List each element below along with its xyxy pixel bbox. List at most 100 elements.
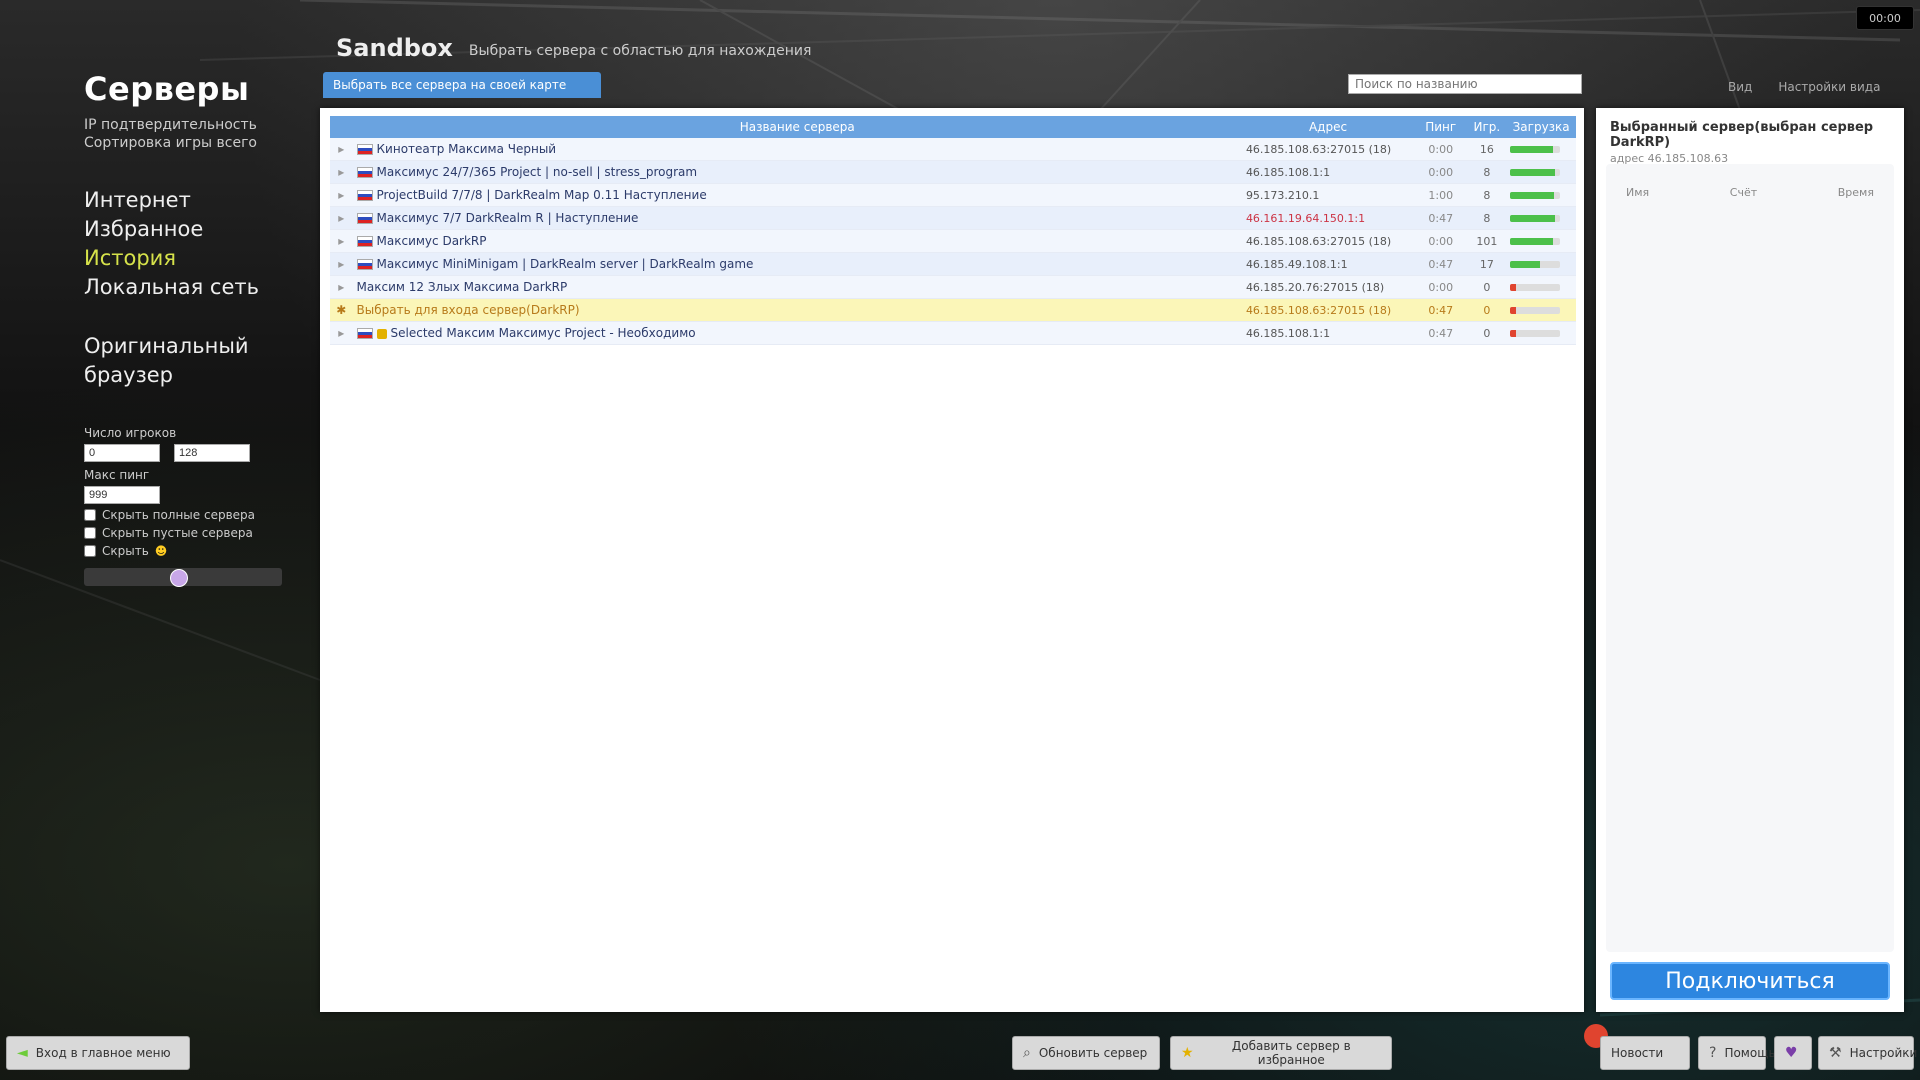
connect-button[interactable]: Подключиться [1610,962,1890,1000]
sidebar-item-history[interactable]: История [84,244,294,273]
row-expander[interactable]: ▸ [330,138,353,161]
help-button[interactable]: ? Помощь [1698,1036,1776,1070]
load-bar [1510,330,1561,337]
server-players: 0 [1467,321,1507,345]
table-row[interactable]: ▸ Кинотеатр Максима Черный 46.185.108.63:2… [330,138,1576,161]
col-header-address[interactable]: Адрес [1241,116,1415,138]
load-bar [1510,284,1561,291]
server-rows: ▸ Кинотеатр Максима Черный 46.185.108.63:2… [330,138,1576,345]
magnifier-icon: ⌕ [1023,1045,1031,1061]
news-label: Новости [1611,1046,1664,1060]
server-ping: 0:00 [1414,160,1468,184]
server-address: 46.185.108.1:1 [1241,321,1415,345]
player-col-time: Время [1837,186,1874,199]
row-expander[interactable]: ▸ [330,183,353,207]
table-row[interactable]: ▸ Максимус MiniMinigam | DarkRealm server… [330,252,1576,276]
server-name: Максимус 7/7 DarkRealm R | Наступление [376,211,639,225]
server-name: Кинотеатр Максима Черный [376,142,557,156]
server-name-cell: Максимус DarkRP [352,229,1242,253]
row-expander[interactable]: ▸ [330,229,353,253]
hide-full-row: Скрыть полные сервера [84,508,294,522]
table-row[interactable]: ✱ Выбрать для входа сервер(DarkRP) 46.185.… [330,298,1576,322]
sidebar-item-lan[interactable]: Локальная сеть [84,273,294,302]
table-row[interactable]: ▸ Максимус DarkRP 46.185.108.63:27015 (18)… [330,229,1576,253]
filter-slider-thumb[interactable] [170,569,188,587]
row-expander[interactable]: ▸ [330,275,353,299]
row-expander[interactable]: ▸ [330,252,353,276]
row-expander[interactable]: ▸ [330,160,353,184]
server-players: 0 [1467,275,1507,299]
server-table: Название сервера Адрес Пинг Игр. Загрузк… [330,116,1576,345]
col-header-name[interactable]: Название сервера [352,116,1242,138]
table-row[interactable]: ▸ ProjectBuild 7/7/8 | DarkRealm Map 0.11… [330,183,1576,207]
col-header-load[interactable]: Загрузка [1506,116,1576,138]
hide-empty-row: Скрыть пустые сервера [84,526,294,540]
hide-empty-checkbox[interactable] [84,527,96,539]
row-expander[interactable]: ▸ [330,206,353,230]
server-ping: 1:00 [1414,183,1468,207]
ping-filter-label: Макс пинг [84,468,150,482]
players-filter-label: Число игроков [84,426,177,440]
server-load-cell [1506,160,1576,184]
search-input[interactable] [1348,74,1582,94]
col-header-players[interactable]: Игр. [1467,116,1507,138]
top-right-links: Вид Настройки вида [1728,80,1880,94]
tab-all-servers[interactable]: Выбрать все сервера на своей карте [323,72,601,98]
server-name-cell: Максимус MiniMinigam | DarkRealm server … [352,252,1242,276]
server-name: Выбрать для входа сервер(DarkRP) [356,303,580,317]
server-load-cell [1506,298,1576,322]
server-name-cell: Максимус 7/7 DarkRealm R | Наступление [352,206,1242,230]
table-row[interactable]: ▸ Максимус 24/7/365 Project | no-sell | s… [330,160,1576,184]
server-players: 17 [1467,252,1507,276]
sidebar-item-internet[interactable]: Интернет [84,186,294,215]
sidebar-item-favorites[interactable]: Избранное [84,215,294,244]
country-flag-icon [356,328,373,339]
main-menu-label: Вход в главное меню [35,1046,171,1060]
donate-button[interactable]: ♥ [1774,1036,1812,1070]
hide-locked-row: Скрыть ☻ [84,544,294,558]
server-name-cell: Максим 12 Злых Максима DarkRP [352,275,1242,299]
server-ping: 0:00 [1414,138,1468,161]
add-favorite-label: Добавить сервер в избранное [1231,1039,1351,1067]
filters: Число игроков Макс пинг Скрыть полные се… [84,426,294,587]
col-header-ping[interactable]: Пинг [1414,116,1468,138]
players-min-input[interactable] [84,444,160,462]
hide-full-label: Скрыть полные сервера [102,508,255,522]
table-row[interactable]: ▸ Максимус 7/7 DarkRealm R | Наступление 4… [330,206,1576,230]
tools-button[interactable]: ⚒ Настройки [1818,1036,1917,1070]
server-list-panel: Название сервера Адрес Пинг Игр. Загрузк… [320,108,1584,1012]
load-bar-fill [1510,238,1553,245]
load-bar [1510,215,1561,222]
wrench-icon: ⚒ [1829,1045,1842,1061]
player-list-header: Имя Счёт Время [1626,186,1874,199]
server-name: Максимус 24/7/365 Project | no-sell | st… [376,165,698,179]
load-bar [1510,261,1561,268]
table-row[interactable]: ▸ Selected Максим Максимус Project - Необ… [330,321,1576,345]
hide-locked-checkbox[interactable] [84,545,96,557]
original-browser-link[interactable]: Оригинальный браузер [84,332,294,390]
row-expander[interactable]: ▸ [330,321,353,345]
filter-slider[interactable] [84,568,282,587]
view-link[interactable]: Вид [1728,80,1752,94]
player-list-box: Имя Счёт Время [1606,164,1894,952]
help-label: Помощь [1724,1046,1776,1060]
players-max-input[interactable] [174,444,250,462]
col-header-lock[interactable] [330,116,353,138]
sidebar-nav: Интернет Избранное История Локальная сет… [84,186,294,302]
sidebar-title: Серверы [84,70,250,108]
news-button[interactable]: Новости [1600,1036,1690,1070]
refresh-button[interactable]: ⌕ Обновить сервер [1012,1036,1160,1070]
hide-full-checkbox[interactable] [84,509,96,521]
load-bar-fill [1510,284,1517,291]
add-favorite-button[interactable]: ★ Добавить сервер в избранное [1170,1036,1392,1070]
ping-max-input[interactable] [84,486,160,504]
load-bar-fill [1510,146,1553,153]
row-expander[interactable]: ✱ [330,298,353,322]
table-row[interactable]: ▸ Максим 12 Злых Максима DarkRP 46.185.20.… [330,275,1576,299]
main-menu-button[interactable]: ◄ Вход в главное меню [6,1036,190,1070]
country-flag-icon [356,190,373,201]
page-header: Sandbox Выбрать сервера с областью для н… [336,34,811,62]
view-settings-link[interactable]: Настройки вида [1778,80,1880,94]
country-flag-icon [356,144,373,155]
server-name-cell: Максимус 24/7/365 Project | no-sell | st… [352,160,1242,184]
